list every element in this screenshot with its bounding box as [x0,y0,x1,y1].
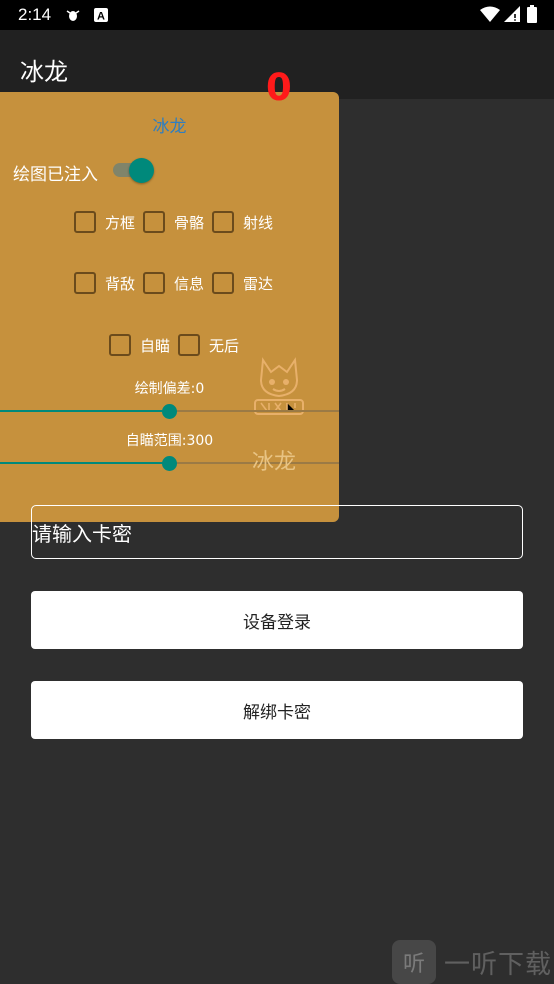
checkbox-skeleton[interactable]: 骨骼 [143,211,204,233]
slider-draw-offset-fill [0,410,170,412]
checkbox-aimbot-label: 自瞄 [140,336,171,355]
checkbox-back-enemy-label: 背敌 [105,274,136,293]
checkbox-back-enemy[interactable]: 背敌 [74,272,135,294]
checkbox-box-label: 方框 [105,213,136,232]
checkbox-info-label: 信息 [174,274,205,293]
checkbox-info-square[interactable] [143,272,165,294]
checkbox-info[interactable]: 信息 [143,272,204,294]
panel-watermark: 冰龙 [252,450,297,475]
checkbox-aimbot-square[interactable] [109,334,131,356]
bug-icon [66,7,80,26]
slider-draw-offset-label: 绘制偏差:0 [134,381,205,397]
checkbox-radar[interactable]: 雷达 [212,272,273,294]
checkbox-no-recoil-square[interactable] [178,334,200,356]
corner-watermark: 听 一听下载 [392,940,552,984]
red-counter: 0 [266,66,292,109]
no-data-icon [504,6,520,26]
unbind-card-button[interactable]: 解绑卡密 [31,681,523,739]
status-bar: 2:14 A [0,0,554,30]
checkbox-box[interactable]: 方框 [74,211,135,233]
corner-watermark-icon: 听 [392,940,436,984]
checkbox-aimbot[interactable]: 自瞄 [109,334,170,356]
slider-draw-offset-track[interactable] [170,410,339,412]
checkbox-no-recoil[interactable]: 无后 [178,334,239,356]
checkbox-no-recoil-label: 无后 [209,336,240,355]
checkbox-skeleton-square[interactable] [143,211,165,233]
checkbox-ray-square[interactable] [212,211,234,233]
svg-text:A: A [97,11,105,23]
checkbox-ray[interactable]: 射线 [212,211,273,233]
checkbox-radar-square[interactable] [212,272,234,294]
status-time: 2:14 [18,5,52,24]
draw-switch-thumb[interactable] [129,158,154,183]
device-login-button[interactable]: 设备登录 [31,591,523,649]
wifi-icon [480,6,500,26]
checkbox-skeleton-label: 骨骼 [174,213,205,232]
app-title: 冰龙 [20,58,68,86]
draw-switch-label: 绘图已注入 [13,165,98,185]
panel-title: 冰龙 [152,117,187,137]
slider-draw-offset-thumb[interactable] [162,404,177,419]
checkbox-ray-label: 射线 [243,213,274,232]
a-letter-icon: A [94,7,108,26]
card-key-input-placeholder: 请输入卡密 [32,522,132,546]
battery-icon [527,5,537,27]
slider-aim-range-thumb[interactable] [162,456,177,471]
checkbox-box-square[interactable] [74,211,96,233]
slider-aim-range-fill [0,462,170,464]
checkbox-radar-label: 雷达 [243,274,274,293]
floating-menu-panel[interactable]: 冰龙 绘图已注入 方框 骨骼 射线 背敌 信息 雷达 自瞄 无后 绘制偏差:0 … [0,92,339,522]
corner-watermark-text: 一听下载 [444,949,553,980]
checkbox-back-enemy-square[interactable] [74,272,96,294]
